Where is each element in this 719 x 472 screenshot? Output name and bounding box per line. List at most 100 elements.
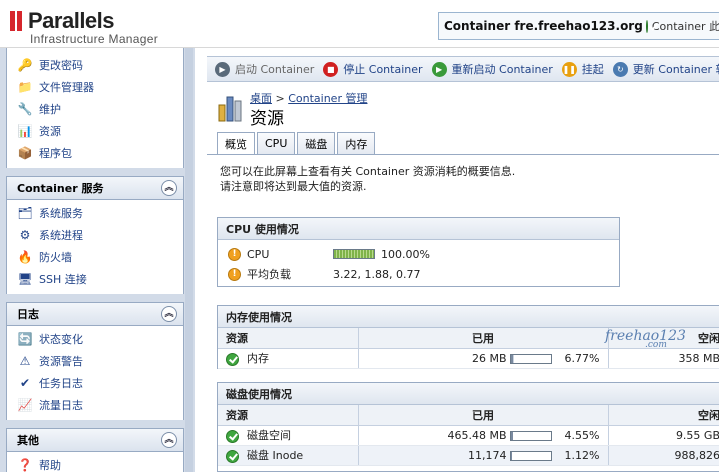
warning-log-icon: ⚠ — [19, 354, 31, 368]
cpu-panel-title: CPU 使用情况 — [218, 218, 619, 240]
start-container-button[interactable]: ▶ 启动 Container — [215, 61, 314, 77]
column-resource: 资源 — [218, 405, 358, 426]
stop-container-button[interactable]: ■ 停止 Container — [323, 61, 423, 77]
sidebar-top-menu: 🔑 更改密码 📁 文件管理器 🔧 维护 📊 资源 📦 程序包 — [6, 48, 184, 168]
disk-inode-usage-bar — [510, 450, 552, 461]
parallels-logo[interactable]: Parallels Infrastructure Manager — [10, 8, 158, 46]
folder-icon: 📁 — [17, 80, 33, 94]
sidebar-panels: 🔑 更改密码 📁 文件管理器 🔧 维护 📊 资源 📦 程序包 Container 服务 ︽… — [6, 48, 184, 472]
pause-icon: ❚❚ — [561, 61, 577, 77]
tab-disk[interactable]: 磁盘 — [297, 132, 336, 154]
disk-usage-panel: 磁盘使用情况 资源 已用 空闲 磁盘空间 465.48 MB 4.55% 9.5… — [217, 382, 719, 472]
package-icon: 📦 — [17, 146, 33, 160]
sidebar-section-logs[interactable]: 日志 ︽ — [6, 302, 184, 326]
parallels-logo-icon — [10, 11, 24, 31]
container-name: Container fre.freehao123.org — [444, 19, 643, 33]
sidebar-item-resources[interactable]: 📊 资源 — [7, 120, 183, 142]
task-log-icon: ✔ — [19, 376, 31, 390]
update-software-button[interactable]: ↻更新 Container 软件 — [612, 61, 719, 77]
sidebar-item-traffic-log[interactable]: 📈 流量日志 — [7, 394, 183, 416]
wrench-icon: 🔧 — [17, 102, 33, 116]
bar-chart-icon: 📊 — [17, 124, 33, 138]
memory-panel-title: 内存使用情况 — [218, 306, 719, 328]
collapse-chevron-icon[interactable]: ︽ — [161, 306, 177, 322]
watermark: freehao123 .com — [605, 328, 686, 350]
intro-text: 您可以在此屏幕上查看有关 Container 资源消耗的概要信息. 请注意即将达… — [220, 165, 516, 193]
disk-table-header: 资源 已用 空闲 — [218, 405, 719, 426]
logo-subtitle: Infrastructure Manager — [30, 32, 158, 46]
table-row: 磁盘 Inode 11,174 1.12% 988,826 — [218, 445, 719, 466]
warning-icon: ! — [228, 247, 241, 261]
main-content: ▶ 启动 Container ■ 停止 Container ▶ 重新启动 Contai… — [207, 48, 719, 472]
cpu-row: ! CPU 100.00% — [218, 244, 619, 264]
sidebar-container-services-list: 🗂 系统服务 ⚙ 系统进程 🔥 防火墙 🖥 SSH 连接 — [6, 200, 184, 294]
column-used: 已用 — [357, 405, 608, 426]
table-row: 磁盘空间 465.48 MB 4.55% 9.55 GB — [218, 425, 719, 446]
resources-page-icon — [218, 96, 242, 122]
sidebar-scrollbar[interactable] — [185, 48, 193, 472]
table-row: 内存 26 MB 6.77% 358 MB — [218, 348, 719, 369]
traffic-log-icon: 📈 — [17, 398, 33, 412]
sidebar-section-container-services[interactable]: Container 服务 ︽ — [6, 176, 184, 200]
sidebar: 🔑 更改密码 📁 文件管理器 🔧 维护 📊 资源 📦 程序包 Container 服务 ︽… — [0, 48, 195, 472]
terminal-icon: 🖥 — [17, 272, 33, 286]
collapse-chevron-icon[interactable]: ︽ — [161, 180, 177, 196]
restart-icon: ▶ — [431, 61, 447, 77]
cpu-usage-bar — [333, 249, 375, 259]
warning-icon: ! — [228, 267, 241, 281]
tab-bar: 概览 CPU 磁盘 内存 — [217, 132, 377, 155]
ok-status-icon — [226, 352, 239, 366]
load-average-row: ! 平均负载 3.22, 1.88, 0.77 — [218, 264, 619, 284]
sidebar-item-resource-alerts[interactable]: ⚠ 资源警告 — [7, 350, 183, 372]
firewall-icon: 🔥 — [17, 250, 33, 264]
key-icon: 🔑 — [17, 58, 33, 72]
gears-icon: ⚙ — [19, 228, 31, 242]
sidebar-section-other[interactable]: 其他 ︽ — [6, 428, 184, 452]
sidebar-other-list: ❓ 帮助 — [6, 452, 184, 472]
logo-name: Parallels — [28, 8, 115, 33]
ok-status-icon — [226, 449, 239, 463]
tab-cpu[interactable]: CPU — [257, 132, 296, 154]
tab-overview[interactable]: 概览 — [217, 132, 255, 155]
container-status-text: Container 此时的状 — [651, 20, 719, 33]
cpu-usage-panel: CPU 使用情况 ! CPU 100.00% ! 平均负载 3.22, 1.88… — [217, 217, 620, 287]
column-free: 空闲 — [607, 405, 719, 426]
sidebar-item-system-processes[interactable]: ⚙ 系统进程 — [7, 224, 183, 246]
ok-status-icon — [226, 429, 239, 443]
start-icon: ▶ — [215, 61, 230, 77]
tab-divider — [207, 154, 719, 155]
stop-icon: ■ — [323, 61, 339, 77]
memory-usage-bar — [510, 353, 552, 364]
column-used: 已用 — [357, 328, 608, 349]
disk-panel-title: 磁盘使用情况 — [218, 383, 719, 405]
sidebar-item-task-log[interactable]: ✔ 任务日志 — [7, 372, 183, 394]
sidebar-item-ssh[interactable]: 🖥 SSH 连接 — [7, 268, 183, 290]
sidebar-item-change-password[interactable]: 🔑 更改密码 — [7, 54, 183, 76]
help-icon: ❓ — [17, 458, 33, 472]
sidebar-logs-list: 🔄 状态变化 ⚠ 资源警告 ✔ 任务日志 📈 流量日志 — [6, 326, 184, 420]
tab-memory[interactable]: 内存 — [337, 132, 376, 154]
running-status-icon — [645, 19, 648, 33]
sidebar-item-file-manager[interactable]: 📁 文件管理器 — [7, 76, 183, 98]
sidebar-item-maintenance[interactable]: 🔧 维护 — [7, 98, 183, 120]
services-icon: 🗂 — [17, 206, 33, 220]
sidebar-item-system-services[interactable]: 🗂 系统服务 — [7, 202, 183, 224]
restart-container-button[interactable]: ▶ 重新启动 Container — [431, 61, 553, 77]
breadcrumb-container-link[interactable]: Container 管理 — [288, 92, 367, 105]
container-toolbar: ▶ 启动 Container ■ 停止 Container ▶ 重新启动 Contai… — [207, 56, 719, 82]
cpu-usage-fill — [334, 250, 374, 258]
top-header: Parallels Infrastructure Manager Contain… — [0, 0, 719, 48]
suspend-container-button[interactable]: ❚❚ 挂起 — [561, 61, 604, 77]
sidebar-item-status-changes[interactable]: 🔄 状态变化 — [7, 328, 183, 350]
collapse-chevron-icon[interactable]: ︽ — [161, 432, 177, 448]
disk-table: 资源 已用 空闲 磁盘空间 465.48 MB 4.55% 9.55 GB 磁盘… — [218, 405, 719, 466]
page-title: 资源 — [250, 109, 284, 129]
sidebar-item-packages[interactable]: 📦 程序包 — [7, 142, 183, 164]
column-resource: 资源 — [218, 328, 358, 349]
disk-space-usage-bar — [510, 430, 552, 441]
update-icon: ↻ — [612, 61, 628, 77]
sidebar-item-firewall[interactable]: 🔥 防火墙 — [7, 246, 183, 268]
sidebar-item-help[interactable]: ❓ 帮助 — [7, 454, 183, 472]
status-log-icon: 🔄 — [17, 332, 33, 346]
container-status-box: Container fre.freehao123.org Container 此… — [438, 12, 719, 40]
